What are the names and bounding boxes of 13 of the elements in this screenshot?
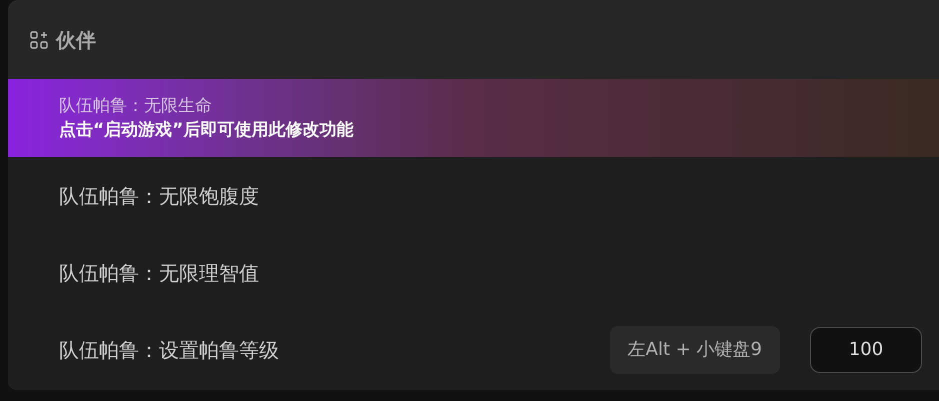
cheat-label: 队伍帕鲁：设置帕鲁等级 xyxy=(59,336,280,364)
hint-text: 点击“启动游戏”后即可使用此修改功能 xyxy=(59,119,354,142)
cheat-row[interactable]: 队伍帕鲁：设置帕鲁等级 左Alt + 小键盘9 100 xyxy=(8,311,939,388)
section-title: 伙伴 xyxy=(56,26,96,54)
cheat-row[interactable]: 队伍帕鲁：无限生命 点击“启动游戏”后即可使用此修改功能 xyxy=(8,79,939,157)
cheat-label: 队伍帕鲁：无限饱腹度 xyxy=(59,182,260,210)
cheat-label: 队伍帕鲁：无限生命 xyxy=(59,95,213,118)
cheat-row[interactable]: 队伍帕鲁：无限饱腹度 xyxy=(8,157,939,234)
cheat-row[interactable]: 队伍帕鲁：无限理智值 xyxy=(8,234,939,311)
apps-add-icon xyxy=(30,30,48,48)
cheat-label: 队伍帕鲁：无限理智值 xyxy=(59,260,260,286)
hotkey-badge: 左Alt + 小键盘9 xyxy=(610,326,780,374)
value-input[interactable]: 100 xyxy=(810,326,922,372)
